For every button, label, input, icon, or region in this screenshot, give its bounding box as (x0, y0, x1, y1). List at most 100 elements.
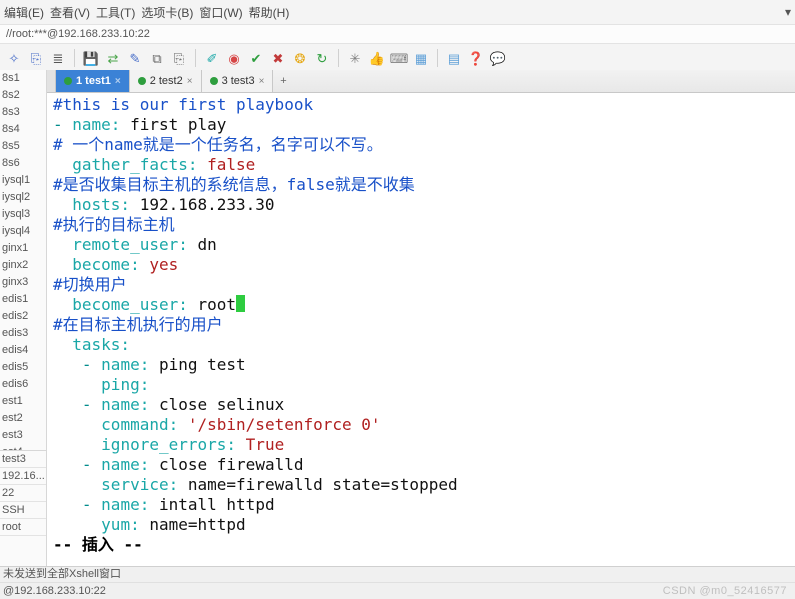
folder-icon[interactable]: ▤ (446, 50, 462, 66)
yaml-value: yes (149, 255, 178, 274)
yaml-key: become: (72, 255, 139, 274)
yaml-key: name: (101, 455, 149, 474)
tab-test3[interactable]: 3 test3× (202, 70, 274, 92)
menu-help[interactable]: 帮助(H) (249, 4, 290, 21)
yaml-key: become_user: (72, 295, 188, 314)
yaml-key: yum: (101, 515, 140, 534)
yaml-key: remote_user: (72, 235, 188, 254)
close-icon[interactable]: × (187, 76, 193, 87)
dash-icon: - (82, 395, 101, 414)
terminal-content[interactable]: #this is our first playbook - name: firs… (47, 93, 795, 567)
line-comment: #在目标主机执行的用户 (53, 315, 223, 334)
session-item[interactable]: ginx1 (0, 240, 46, 257)
yaml-key: name: (101, 495, 149, 514)
yaml-value: intall httpd (159, 495, 275, 514)
yaml-value: '/sbin/setenforce 0' (188, 415, 381, 434)
status-dot-icon (210, 77, 218, 85)
ok-icon[interactable]: ✔ (248, 50, 264, 66)
session-item[interactable]: est2 (0, 410, 46, 427)
tab-handle[interactable] (47, 70, 56, 92)
address-bar[interactable]: //root:***@192.168.233.10:22 (0, 25, 795, 44)
yaml-key: command: (101, 415, 178, 434)
session-item[interactable]: 8s5 (0, 138, 46, 155)
session-item[interactable]: ginx2 (0, 257, 46, 274)
info-name: test3 (0, 451, 46, 468)
tab-label: 1 test1 (76, 75, 111, 87)
session-item[interactable]: edis5 (0, 359, 46, 376)
menu-tabs[interactable]: 选项卡(B) (141, 4, 193, 21)
clip-icon[interactable]: ⎘ (171, 50, 187, 66)
session-item[interactable]: iysql4 (0, 223, 46, 240)
session-item[interactable]: 8s4 (0, 121, 46, 138)
toolbar: ✧ ⎘ ≣ 💾 ⇄ ✎ ⧉ ⎘ ✐ ◉ ✔ ✖ ❂ ↻ ✳ 👍 ⌨ ▦ ▤ ❓ 💬 (0, 44, 795, 73)
yaml-value: first play (130, 115, 226, 134)
status-dot-icon (138, 77, 146, 85)
dash-icon: - (82, 455, 101, 474)
plug-icon[interactable]: ✖ (270, 50, 286, 66)
session-item[interactable]: 8s3 (0, 104, 46, 121)
copy-icon[interactable]: ⧉ (149, 50, 165, 66)
stop-icon[interactable]: ◉ (226, 50, 242, 66)
menu-tools[interactable]: 工具(T) (96, 4, 135, 21)
session-item[interactable]: est3 (0, 427, 46, 444)
yaml-key: service: (101, 475, 178, 494)
yaml-value: close selinux (159, 395, 284, 414)
session-item[interactable]: ginx3 (0, 274, 46, 291)
yaml-value: dn (198, 235, 217, 254)
add-tab-button[interactable]: + (273, 70, 293, 92)
line-comment: # 一个name就是一个任务名，名字可以不写。 (53, 135, 383, 154)
info-port: 22 (0, 485, 46, 502)
tab-test1[interactable]: 1 test1 × (56, 70, 130, 92)
note-icon[interactable]: ✎ (127, 50, 143, 66)
session-item[interactable]: 8s1 (0, 70, 46, 87)
help-icon[interactable]: ❓ (468, 50, 484, 66)
dash-icon: - (53, 115, 72, 134)
session-item[interactable]: edis4 (0, 342, 46, 359)
status-dot-icon (64, 77, 72, 85)
menu-dropdown-icon[interactable]: ▾ (785, 5, 791, 19)
yaml-value: 192.168.233.30 (140, 195, 275, 214)
yaml-key: hosts: (72, 195, 130, 214)
close-icon[interactable]: × (259, 76, 265, 87)
balloon-icon[interactable]: 💬 (490, 50, 506, 66)
transfer-icon[interactable]: ⇄ (105, 50, 121, 66)
gear-icon[interactable]: ✳ (347, 50, 363, 66)
toolbar-separator (437, 49, 438, 67)
yaml-value: name=httpd (149, 515, 245, 534)
yaml-value: True (246, 435, 285, 454)
cursor-icon (236, 295, 245, 312)
grid-icon[interactable]: ▦ (413, 50, 429, 66)
keys-icon[interactable]: ⌨ (391, 50, 407, 66)
session-item[interactable]: edis3 (0, 325, 46, 342)
yaml-value: root (198, 295, 237, 314)
tree-icon[interactable]: ≣ (50, 50, 66, 66)
session-item[interactable]: est1 (0, 393, 46, 410)
session-item[interactable]: iysql1 (0, 172, 46, 189)
menu-edit[interactable]: 编辑(E) (4, 4, 44, 21)
session-item[interactable]: 8s6 (0, 155, 46, 172)
session-item[interactable]: iysql2 (0, 189, 46, 206)
menu-window[interactable]: 窗口(W) (199, 4, 242, 21)
bulb-icon[interactable]: ❂ (292, 50, 308, 66)
yaml-value: name=firewalld state=stopped (188, 475, 458, 494)
new-icon[interactable]: ✧ (6, 50, 22, 66)
toolbar-separator (195, 49, 196, 67)
session-item[interactable]: iysql3 (0, 206, 46, 223)
yaml-key: tasks: (72, 335, 130, 354)
status-address: @192.168.233.10:22 (3, 583, 106, 599)
session-item[interactable]: edis1 (0, 291, 46, 308)
session-item[interactable]: 8s2 (0, 87, 46, 104)
tab-test2[interactable]: 2 test2 × (130, 70, 202, 92)
session-item[interactable]: edis2 (0, 308, 46, 325)
disk-icon[interactable]: 💾 (83, 50, 99, 66)
yaml-key: ignore_errors: (101, 435, 236, 454)
tab-label: 2 test2 (150, 75, 183, 87)
session-item[interactable]: edis6 (0, 376, 46, 393)
open-icon[interactable]: ⎘ (28, 50, 44, 66)
refresh-icon[interactable]: ↻ (314, 50, 330, 66)
close-icon[interactable]: × (115, 76, 121, 87)
dash-icon: - (82, 495, 101, 514)
thumb-icon[interactable]: 👍 (369, 50, 385, 66)
menu-view[interactable]: 查看(V) (50, 4, 90, 21)
brush-icon[interactable]: ✐ (204, 50, 220, 66)
